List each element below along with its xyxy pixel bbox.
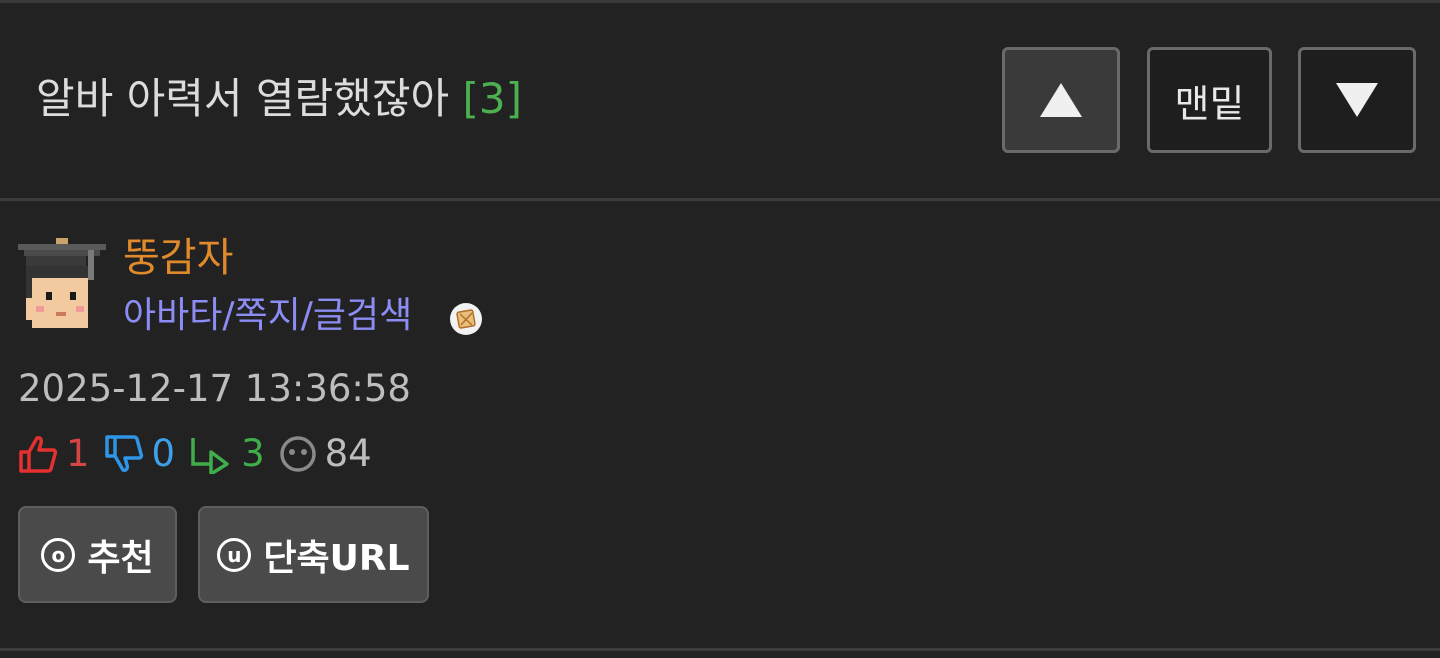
reply-arrow-icon (191, 438, 229, 474)
post-datetime: 2025-12-17 13:36:58 (18, 367, 411, 410)
reply-stat: 3 (189, 429, 265, 479)
recommend-button[interactable]: o 추천 (18, 506, 177, 603)
scroll-bottom-label: 맨밑 (1174, 81, 1245, 126)
thumbs-up-icon (19, 436, 58, 473)
post-title: 알바 아력서 열람했잖아 [3] (36, 71, 522, 127)
view-count: 84 (324, 432, 372, 475)
message-icon[interactable] (449, 302, 483, 336)
author-name[interactable]: 뚱감자 (123, 232, 233, 284)
triangle-down-icon (1336, 83, 1378, 117)
avatar[interactable] (18, 238, 106, 330)
comment-count[interactable]: [3] (462, 74, 522, 123)
post-title-text: 알바 아력서 열람했잖아 (36, 74, 450, 123)
reply-count: 3 (241, 432, 265, 475)
post-header: 알바 아력서 열람했잖아 [3] 맨밑 (0, 3, 1440, 201)
bottom-divider (0, 648, 1440, 651)
short-url-label: 단축URL (263, 537, 410, 579)
author-links[interactable]: 아바타/쪽지/글검색 (123, 292, 412, 340)
eyes-icon (279, 436, 316, 472)
shortcut-u-icon: u (217, 537, 252, 572)
downvote-count: 0 (151, 432, 176, 475)
recommend-label: 추천 (87, 537, 154, 579)
upvote-count: 1 (66, 432, 90, 475)
scroll-down-button[interactable] (1298, 47, 1416, 153)
thumbs-down-icon (104, 435, 143, 472)
upvote-stat: 1 (18, 429, 90, 479)
scroll-top-button[interactable] (1002, 47, 1120, 153)
triangle-up-icon (1040, 83, 1082, 117)
shortcut-o-icon: o (41, 537, 76, 572)
short-url-button[interactable]: u 단축URL (198, 506, 429, 603)
scroll-bottom-button[interactable]: 맨밑 (1147, 47, 1272, 153)
downvote-stat: 0 (104, 429, 176, 479)
view-stat: 84 (279, 429, 372, 479)
post-stats: 1 0 3 84 (18, 428, 386, 480)
